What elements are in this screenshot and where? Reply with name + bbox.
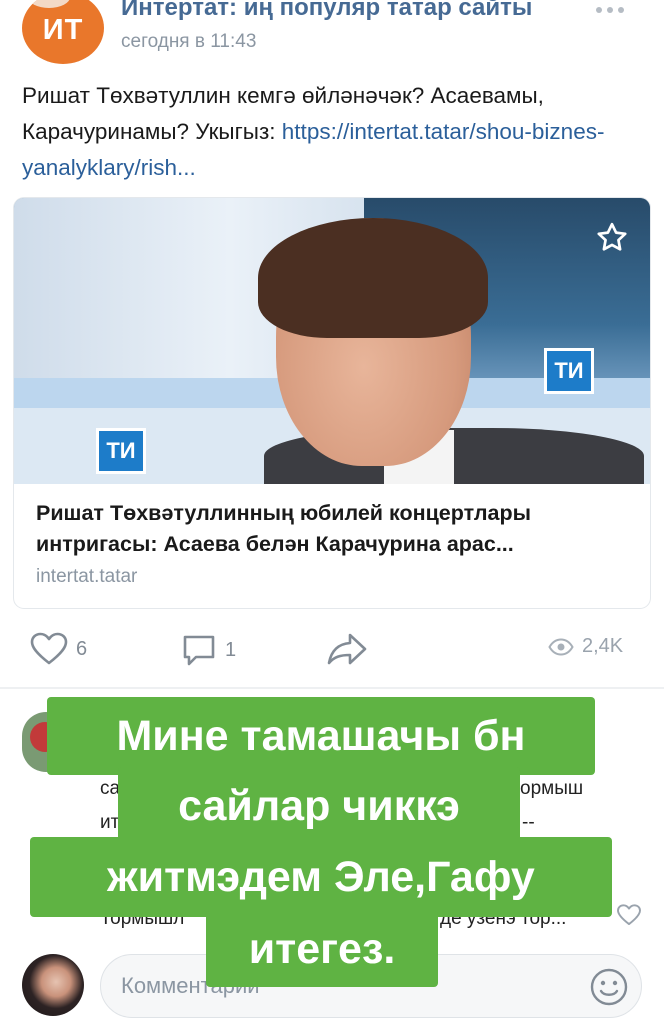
favorite-star-icon[interactable]: [594, 220, 630, 256]
post-text: Ришат Төхвәтуллин кемгә өйләнәчәк? Асаев…: [22, 78, 642, 186]
caption-line-1: Мине тамашачы бн: [47, 697, 595, 775]
group-avatar[interactable]: ИТ: [22, 0, 104, 64]
heart-icon: [30, 632, 68, 665]
caption-line-4: итегез.: [206, 911, 438, 987]
views-counter: 2,4K: [548, 635, 623, 658]
caption-line-3: житмэдем Эле,Гафу: [30, 837, 612, 917]
link-card[interactable]: ТИ ТИ Ришат Төхвәтуллинның юбилей концер…: [14, 198, 650, 608]
card-domain: intertat.tatar: [36, 566, 138, 587]
post-actions: 6 1 2,4K: [0, 626, 664, 674]
views-count: 2,4K: [582, 635, 624, 657]
card-title[interactable]: Ришат Төхвәтуллинның юбилей концертлары …: [36, 498, 636, 560]
post-time: сегодня в 11:43: [121, 31, 257, 52]
card-image[interactable]: ТИ ТИ: [14, 198, 650, 484]
ti-logo-right: ТИ: [544, 348, 594, 394]
more-icon[interactable]: [590, 0, 630, 20]
comment-count: 1: [225, 638, 237, 661]
group-name[interactable]: Интертат: иң популяр татар сайты: [121, 0, 532, 22]
like-count: 6: [76, 637, 88, 660]
eye-icon: [548, 637, 574, 656]
post-header: ИТ Интертат: иң популяр татар сайты сего…: [0, 0, 664, 70]
story-caption: Мине тамашачы бн сайлар чиккэ житмэдем Э…: [0, 697, 664, 997]
avatar-figure: [28, 0, 70, 8]
divider: [0, 687, 664, 689]
caption-line-2: сайлар чиккэ: [118, 767, 520, 845]
person-hair: [258, 218, 488, 338]
share-button[interactable]: [326, 632, 368, 666]
ti-logo-left: ТИ: [96, 428, 146, 474]
avatar-logo-text: ИТ: [42, 14, 84, 46]
share-icon: [327, 633, 367, 665]
like-button[interactable]: 6: [30, 632, 87, 666]
comment-button[interactable]: 1: [181, 632, 236, 668]
comment-icon: [183, 635, 215, 666]
